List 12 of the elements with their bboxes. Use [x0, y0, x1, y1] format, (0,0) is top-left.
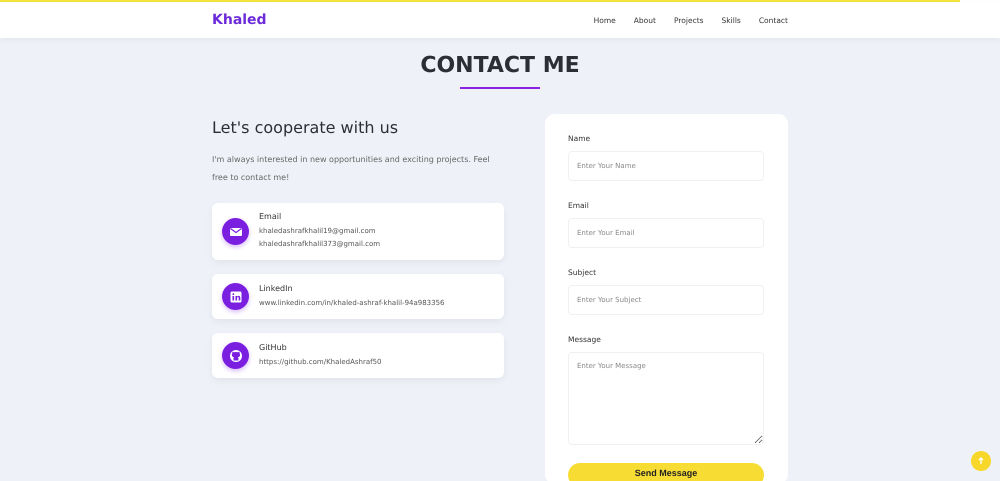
github-icon: [228, 348, 244, 364]
intro-heading: Let's cooperate with us: [212, 117, 400, 139]
logo[interactable]: Khaled: [212, 12, 267, 28]
arrow-up-icon: [977, 457, 985, 465]
contact-title: Email: [259, 212, 282, 221]
send-message-button[interactable]: Send Message: [568, 463, 764, 481]
intro-text: I'm always interested in new opportunities and exciting projects. Feel free to contact me!: [212, 154, 491, 184]
contact-title: GitHub: [259, 342, 288, 352]
contact-title: LinkedIn: [259, 284, 294, 292]
linkedin-icon: [228, 288, 244, 304]
section-title: CONTACT ME: [419, 53, 581, 79]
scroll-top-button[interactable]: [971, 451, 991, 471]
